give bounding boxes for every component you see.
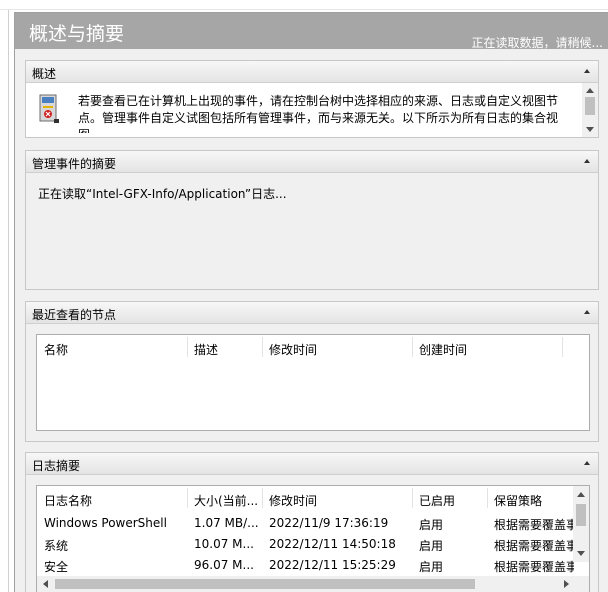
log-summary-table: 日志名称 大小(当前... 修改时间 已启用 保留策略 Windows Powe…: [36, 485, 590, 592]
log-retention-cell: 根据需要覆盖事: [494, 539, 574, 553]
log-summary-table-header: 日志名称 大小(当前... 修改时间 已启用 保留策略: [37, 486, 589, 510]
log-modified-cell: 2022/12/11 15:25:29: [269, 558, 396, 572]
scrollbar-thumb[interactable]: [576, 504, 586, 526]
log-name-cell: 系统: [44, 539, 69, 553]
overview-section-header[interactable]: 概述: [26, 61, 598, 83]
column-divider[interactable]: [262, 488, 263, 508]
overview-section: 概述 若要查看已在计算机上出现的事件，请在控制台树中选择相应的来源、日志或自定义…: [25, 60, 599, 138]
overview-description: 若要查看已在计算机上出现的事件，请在控制台树中选择相应的来源、日志或自定义视图节…: [78, 94, 559, 133]
log-retention-cell: 根据需要覆盖事: [494, 560, 574, 574]
admin-events-section: 管理事件的摘要 正在读取“Intel-GFX-Info/Application”…: [25, 150, 599, 290]
scroll-down-icon[interactable]: [586, 127, 594, 132]
scroll-down-icon[interactable]: [577, 551, 585, 556]
column-header-name[interactable]: 名称: [44, 341, 68, 358]
scroll-up-icon[interactable]: [586, 88, 594, 93]
column-header-modified[interactable]: 修改时间: [269, 492, 317, 509]
log-summary-section-header[interactable]: 日志摘要: [26, 453, 598, 475]
column-header-enabled[interactable]: 已启用: [419, 492, 455, 509]
column-divider[interactable]: [562, 337, 563, 357]
scroll-up-icon[interactable]: [577, 492, 585, 497]
log-summary-horizontal-scrollbar[interactable]: [37, 576, 575, 592]
table-row[interactable]: 安全 96.07 M... 2022/12/11 15:25:29 启用 根据需…: [37, 555, 589, 576]
chevron-up-icon: [584, 159, 590, 163]
overview-section-title: 概述: [32, 67, 57, 81]
admin-events-loading-text: 正在读取“Intel-GFX-Info/Application”日志...: [38, 187, 287, 201]
recent-nodes-section: 最近查看的节点 名称 描述 修改时间 创建时间: [25, 301, 599, 442]
collapse-recent-nodes-button[interactable]: [582, 307, 592, 317]
column-divider[interactable]: [187, 337, 188, 357]
column-header-retention[interactable]: 保留策略: [494, 492, 542, 509]
table-row[interactable]: 系统 10.07 M... 2022/12/11 14:50:18 启用 根据需…: [37, 534, 589, 555]
recent-nodes-table-header: 名称 描述 修改时间 创建时间: [37, 335, 589, 359]
table-row[interactable]: Windows PowerShell 1.07 MB/... 2022/11/9…: [37, 513, 589, 534]
scroll-right-icon[interactable]: [564, 580, 569, 588]
column-divider[interactable]: [412, 337, 413, 357]
recent-nodes-section-title: 最近查看的节点: [32, 308, 117, 322]
column-header-description[interactable]: 描述: [194, 341, 218, 358]
log-name-cell: Windows PowerShell: [44, 516, 167, 530]
column-divider[interactable]: [262, 337, 263, 357]
column-divider[interactable]: [187, 488, 188, 508]
collapse-overview-button[interactable]: [582, 66, 592, 76]
chevron-up-icon: [584, 461, 590, 465]
column-divider[interactable]: [487, 488, 488, 508]
log-summary-vertical-scrollbar[interactable]: [573, 486, 589, 562]
scrollbar-corner: [573, 576, 589, 592]
log-enabled-cell: 启用: [419, 560, 444, 574]
top-strip: [0, 0, 608, 10]
log-size-cell: 96.07 M...: [194, 558, 254, 572]
scroll-left-icon[interactable]: [43, 580, 48, 588]
recent-nodes-table: 名称 描述 修改时间 创建时间: [36, 334, 590, 431]
log-size-cell: 1.07 MB/...: [194, 516, 259, 530]
scrollbar-thumb[interactable]: [55, 579, 475, 589]
collapse-admin-events-button[interactable]: [582, 156, 592, 166]
column-header-modified[interactable]: 修改时间: [269, 341, 317, 358]
overview-scrollbar[interactable]: [582, 83, 598, 137]
column-header-log-name[interactable]: 日志名称: [44, 492, 92, 509]
admin-events-section-title: 管理事件的摘要: [32, 157, 117, 171]
log-summary-section: 日志摘要 日志名称 大小(当前... 修改时间 已启用 保留策略 Windows…: [25, 452, 599, 592]
overview-summary-panel: 概述与摘要 正在读取数据，请稍候... 概述 若要查看已在计算机上出现的事件，请…: [14, 12, 608, 592]
column-divider[interactable]: [412, 488, 413, 508]
overview-body: 若要查看已在计算机上出现的事件，请在控制台树中选择相应的来源、日志或自定义视图节…: [26, 83, 598, 137]
log-size-cell: 10.07 M...: [194, 537, 254, 551]
log-enabled-cell: 启用: [419, 518, 444, 532]
admin-events-section-header[interactable]: 管理事件的摘要: [26, 151, 598, 173]
event-log-icon: [39, 94, 59, 123]
log-enabled-cell: 启用: [419, 539, 444, 553]
page-header: 概述与摘要 正在读取数据，请稍候...: [15, 13, 608, 50]
log-modified-cell: 2022/11/9 17:36:19: [269, 516, 389, 530]
console-tree-edge: [8, 10, 9, 592]
log-name-cell: 安全: [44, 560, 69, 574]
recent-nodes-section-header[interactable]: 最近查看的节点: [26, 302, 598, 324]
chevron-up-icon: [584, 310, 590, 314]
loading-status: 正在读取数据，请稍候...: [471, 36, 603, 50]
log-retention-cell: 根据需要覆盖事: [494, 518, 574, 532]
log-summary-section-title: 日志摘要: [32, 459, 81, 473]
page-title: 概述与摘要: [29, 23, 125, 45]
scrollbar-thumb[interactable]: [585, 97, 595, 115]
column-header-size[interactable]: 大小(当前...: [194, 492, 258, 509]
chevron-up-icon: [584, 69, 590, 73]
column-header-created[interactable]: 创建时间: [419, 341, 467, 358]
collapse-log-summary-button[interactable]: [582, 458, 592, 468]
log-modified-cell: 2022/12/11 14:50:18: [269, 537, 396, 551]
